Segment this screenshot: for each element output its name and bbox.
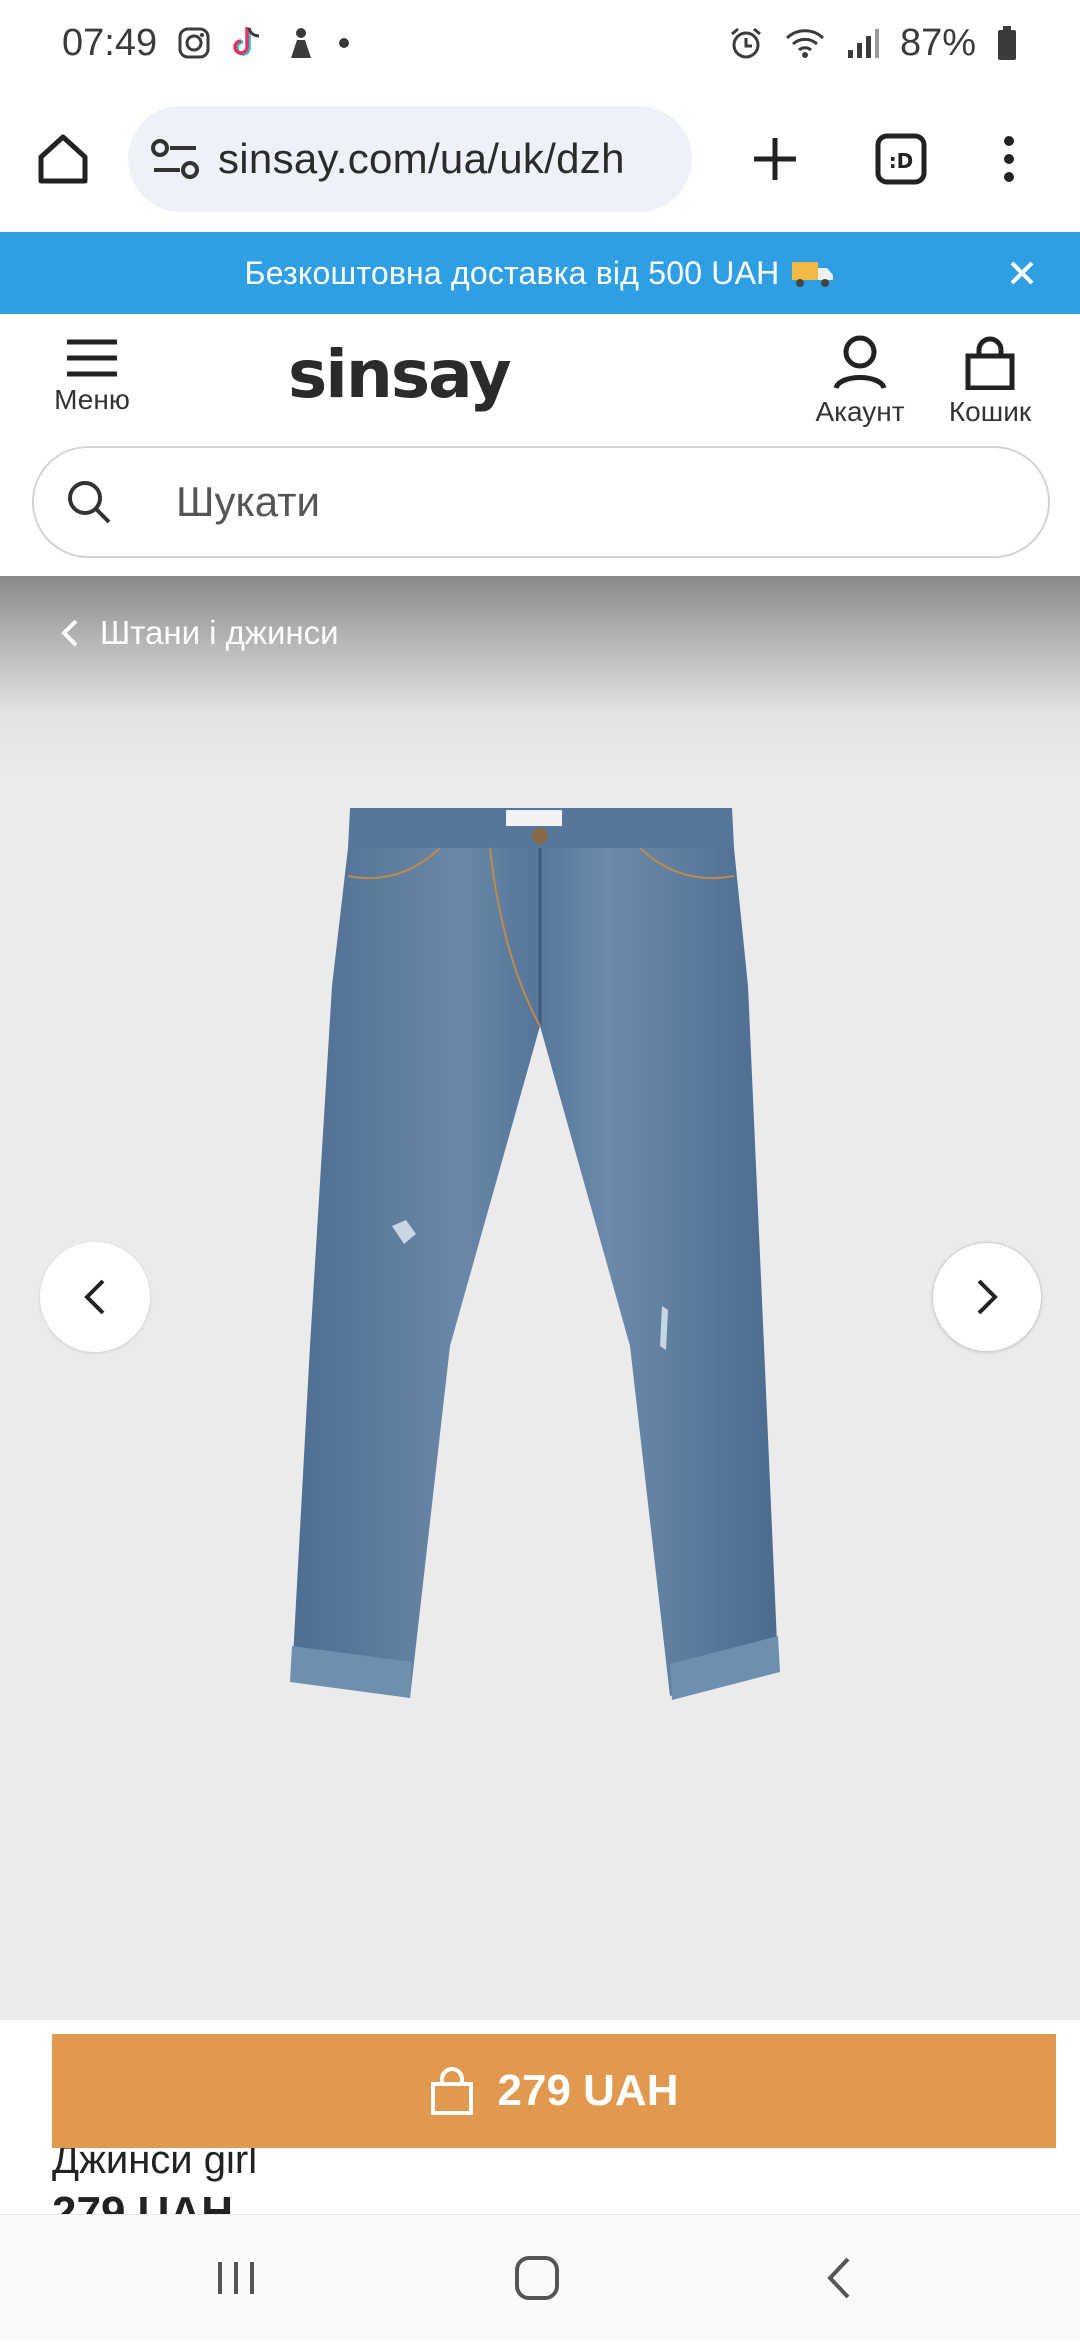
plus-icon [754,138,796,180]
promo-close-button[interactable] [1000,251,1044,295]
menu-label: Меню [54,384,130,415]
gallery-next-button[interactable] [932,1242,1042,1352]
cart-button[interactable]: Кошик [940,334,1040,444]
browser-toolbar: sinsay.com/ua/uk/dzh :D [0,86,1080,232]
search-bar[interactable] [32,446,1050,558]
back-arrow-icon [827,2257,850,2299]
shopping-bag-icon [430,2067,473,2115]
account-label: Акаунт [815,396,905,427]
shopping-bag-icon [965,336,1015,390]
product-gallery: Штани і джинси [0,576,1080,2020]
delivery-truck-icon [791,258,835,288]
tabs-count-label: :D [889,149,914,173]
app-icon [285,26,317,60]
chevron-left-icon [61,619,78,647]
product-price: 279 UAH [52,2188,233,2214]
system-home-button[interactable] [504,2245,570,2311]
home-icon [38,134,88,184]
url-text[interactable]: sinsay.com/ua/uk/dzh [218,135,625,183]
system-back-button[interactable] [806,2245,872,2311]
recents-icon [218,2262,254,2294]
battery-icon [996,25,1018,61]
gallery-prev-button[interactable] [40,1242,150,1352]
search-input[interactable] [144,462,1004,542]
instagram-icon [177,26,211,60]
menu-button[interactable]: Меню [50,338,134,438]
promo-banner: Безкоштовна доставка від 500 UAH [0,232,1080,314]
more-vertical-icon [1004,136,1014,182]
wifi-icon [784,26,826,60]
alarm-icon [728,25,764,61]
status-bar: 07:49 87% [0,0,1080,86]
add-to-cart-button[interactable]: 279 UAH [52,2034,1056,2148]
browser-menu-button[interactable] [976,126,1042,192]
status-time: 07:49 [62,21,158,64]
account-button[interactable]: Акаунт [806,334,914,444]
search-icon[interactable] [34,448,144,556]
chevron-right-icon [977,1279,998,1315]
address-bar[interactable]: sinsay.com/ua/uk/dzh [128,106,692,212]
site-header: Меню sinsay Акаунт Кошик [0,314,1080,576]
tabs-button[interactable]: :D [868,126,934,192]
tabs-icon: :D [875,133,927,185]
add-to-cart-price[interactable]: 279 UAH [498,2066,679,2116]
product-image[interactable] [270,786,810,1766]
promo-text: Безкоштовна доставка від 500 UAH [244,254,780,291]
system-nav-bar [0,2214,1080,2340]
battery-percent: 87% [899,21,976,64]
chevron-left-icon [84,1279,105,1315]
breadcrumb-back-link[interactable]: Штани і джинси [60,614,339,652]
new-tab-button[interactable] [742,126,808,192]
signal-icon [846,26,880,60]
user-icon [833,335,887,390]
close-icon [1010,261,1034,285]
status-right: 87% [728,22,1018,65]
sinsay-logo[interactable]: sinsay [288,336,512,413]
site-settings-icon[interactable] [142,126,208,192]
dot-icon [337,36,351,50]
home-square-icon [515,2256,559,2300]
hamburger-icon [67,339,117,377]
recents-button[interactable] [203,2245,269,2311]
breadcrumb-label[interactable]: Штани і джинси [100,614,339,652]
home-button[interactable] [30,126,96,192]
status-left: 07:49 [62,22,351,65]
cart-label: Кошик [948,396,1032,427]
tiktok-icon [231,25,265,61]
